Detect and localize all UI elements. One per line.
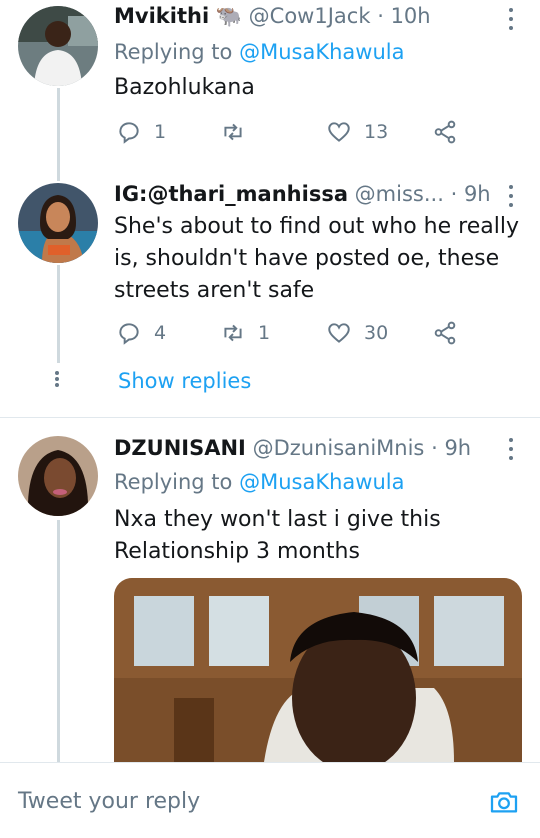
replying-to-mention[interactable]: @MusaKhawula bbox=[239, 470, 404, 494]
replying-to: Replying to @MusaKhawula bbox=[114, 40, 404, 64]
avatar[interactable] bbox=[18, 436, 98, 516]
separator-dot: · bbox=[450, 182, 458, 206]
avatar[interactable] bbox=[18, 183, 98, 263]
reply-count: 4 bbox=[154, 322, 167, 344]
like-count: 30 bbox=[364, 322, 389, 344]
tweet-text: Bazohlukana bbox=[114, 75, 255, 100]
share-button[interactable] bbox=[432, 320, 458, 346]
timestamp[interactable]: 9h bbox=[444, 436, 471, 460]
more-icon[interactable] bbox=[508, 8, 514, 30]
author-name[interactable]: IG:@thari_manhissa bbox=[114, 182, 348, 206]
retweet-icon bbox=[224, 123, 242, 141]
tweet-2[interactable]: IG:@thari_manhissa @miss... · 9h She's a… bbox=[0, 175, 540, 417]
thread-line bbox=[57, 265, 60, 363]
reply-icon bbox=[119, 323, 139, 345]
show-replies-link[interactable]: Show replies bbox=[118, 369, 251, 393]
tweet-actions: 4 1 30 bbox=[116, 320, 461, 350]
more-icon[interactable] bbox=[508, 438, 514, 460]
timestamp[interactable]: 10h bbox=[391, 4, 431, 28]
replying-to: Replying to @MusaKhawula bbox=[114, 470, 404, 494]
replying-to-label: Replying to bbox=[114, 40, 233, 64]
separator-dot: · bbox=[377, 4, 384, 28]
share-icon bbox=[434, 321, 456, 345]
camera-icon[interactable] bbox=[488, 786, 520, 818]
tweet-text: She's about to find out who he really is… bbox=[114, 214, 519, 303]
tweet-1[interactable]: Mvikithi 🐃 @Cow1Jack · 10h Replying to @… bbox=[0, 0, 540, 180]
thread-line bbox=[57, 175, 60, 181]
tweet-text: Nxa they won't last i give this Relation… bbox=[114, 507, 441, 564]
replying-to-label: Replying to bbox=[114, 470, 233, 494]
timestamp[interactable]: 9h bbox=[464, 182, 491, 206]
retweet-button[interactable] bbox=[220, 119, 258, 145]
separator-dot: · bbox=[431, 436, 438, 460]
author-handle[interactable]: @DzunisaniMnis bbox=[253, 436, 425, 460]
author-handle[interactable]: @miss... bbox=[355, 182, 444, 206]
tweet-3[interactable]: DZUNISANI @DzunisaniMnis · 9h Replying t… bbox=[0, 418, 540, 762]
share-button[interactable] bbox=[432, 119, 458, 145]
reply-button[interactable]: 1 bbox=[116, 119, 166, 145]
author-name[interactable]: Mvikithi bbox=[114, 4, 209, 28]
share-icon bbox=[434, 120, 456, 144]
retweet-icon bbox=[224, 324, 242, 342]
reply-count: 1 bbox=[154, 121, 167, 143]
retweet-count: 1 bbox=[258, 322, 271, 344]
reply-button[interactable]: 4 bbox=[116, 320, 166, 346]
author-name[interactable]: DZUNISANI bbox=[114, 436, 246, 460]
tweet-media-image[interactable] bbox=[114, 578, 522, 762]
avatar[interactable] bbox=[18, 6, 98, 86]
reply-input[interactable]: Tweet your reply bbox=[18, 789, 200, 814]
more-icon[interactable] bbox=[508, 185, 514, 207]
replying-to-mention[interactable]: @MusaKhawula bbox=[239, 40, 404, 64]
like-icon bbox=[328, 122, 350, 142]
like-icon bbox=[328, 323, 350, 343]
retweet-button[interactable]: 1 bbox=[220, 320, 270, 346]
tweet-actions: 1 13 bbox=[116, 119, 461, 149]
reply-icon bbox=[119, 122, 139, 144]
like-count: 13 bbox=[364, 121, 389, 143]
thread-continuation-dots bbox=[54, 371, 60, 387]
like-button[interactable]: 30 bbox=[326, 320, 388, 346]
thread-line bbox=[57, 88, 60, 180]
buffalo-emoji-icon: 🐃 bbox=[215, 4, 242, 28]
author-handle[interactable]: @Cow1Jack bbox=[249, 4, 371, 28]
reply-composer: Tweet your reply bbox=[0, 762, 540, 838]
thread-line bbox=[57, 520, 60, 762]
like-button[interactable]: 13 bbox=[326, 119, 388, 145]
